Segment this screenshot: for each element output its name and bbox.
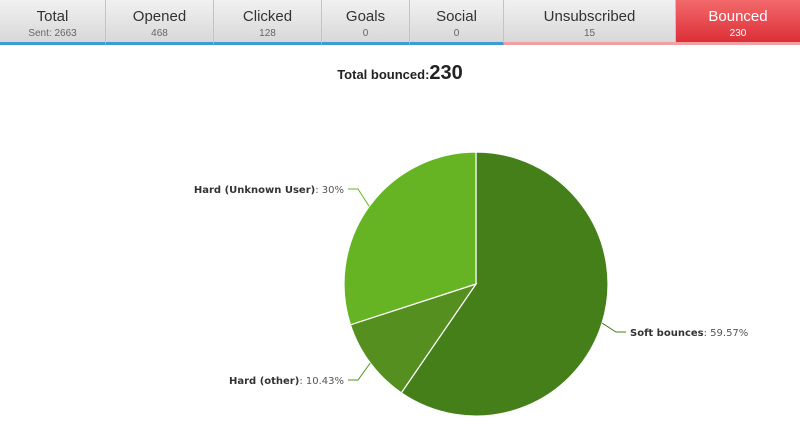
data-label-value: : 59.57%	[704, 328, 749, 339]
data-label-connector	[348, 362, 371, 381]
data-label: Soft bounces: 59.57%	[630, 328, 748, 339]
data-label-connector	[348, 188, 370, 207]
data-label-value: : 10.43%	[299, 376, 344, 387]
data-label: Hard (other): 10.43%	[229, 376, 344, 387]
data-label-connector	[601, 322, 626, 333]
data-label-name: Soft bounces	[630, 328, 704, 339]
data-label: Hard (Unknown User): 30%	[194, 185, 344, 196]
data-label-name: Hard (Unknown User)	[194, 185, 315, 196]
data-label-value: : 30%	[315, 185, 344, 196]
bounce-pie-chart: Soft bounces: 59.57% Hard (other): 10.43%…	[194, 151, 748, 417]
data-label-name: Hard (other)	[229, 376, 299, 387]
